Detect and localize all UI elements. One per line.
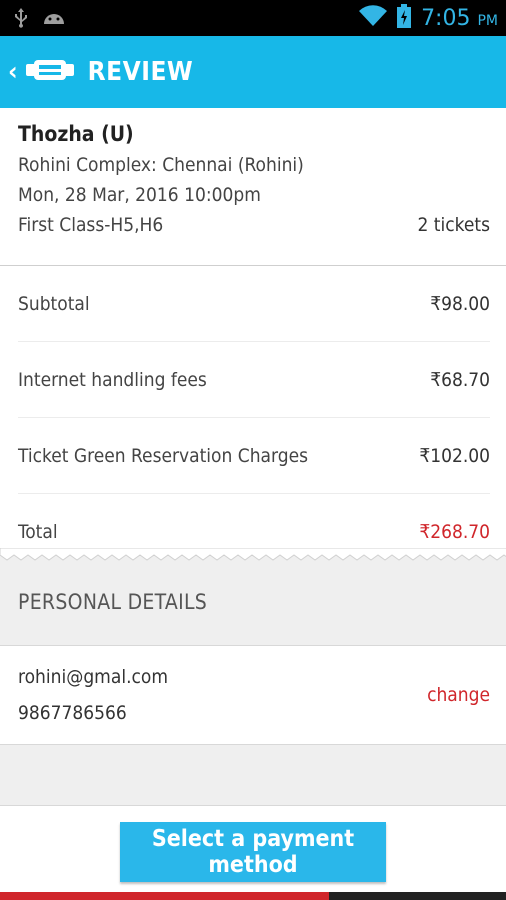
seats: First Class-H5,H6 <box>18 214 164 236</box>
movie-title: Thozha (U) <box>18 122 134 146</box>
charge-row-handling-fees: Internet handling fees ₹68.70 <box>18 342 490 418</box>
notification-icons <box>14 8 66 32</box>
status-bar: 7:05 PM <box>0 0 506 36</box>
android-icon <box>42 10 66 30</box>
charge-label: Subtotal <box>18 292 90 315</box>
booking-progress-bar <box>0 892 506 900</box>
personal-details-header: PERSONAL DETAILS <box>18 590 208 614</box>
charge-amount: ₹98.00 <box>430 292 490 315</box>
charges-list: Subtotal ₹98.00 Internet handling fees ₹… <box>18 266 490 570</box>
show-datetime: Mon, 28 Mar, 2016 10:00pm <box>18 184 261 206</box>
chevron-left-icon[interactable]: ‹ <box>8 57 18 87</box>
select-payment-button[interactable]: Select a payment method <box>120 822 386 882</box>
battery-icon <box>397 4 412 32</box>
venue: Rohini Complex: Chennai (Rohini) <box>18 154 304 176</box>
seat-row: First Class-H5,H6 2 tickets <box>18 214 490 236</box>
usb-icon <box>14 8 28 32</box>
wifi-icon <box>359 5 388 31</box>
charge-row-green-reservation: Ticket Green Reservation Charges ₹102.00 <box>18 418 490 494</box>
charge-amount: ₹68.70 <box>430 368 490 391</box>
booking-summary: Thozha (U) Rohini Complex: Chennai (Rohi… <box>18 122 490 236</box>
charge-row-subtotal: Subtotal ₹98.00 <box>18 266 490 342</box>
total-amount: ₹268.70 <box>419 521 490 543</box>
personal-details-card: rohini@gmal.com 9867786566 change <box>0 645 506 745</box>
total-label: Total <box>18 521 58 543</box>
clock: 7:05 PM <box>421 6 498 31</box>
charge-label: Internet handling fees <box>18 368 207 391</box>
footer: Select a payment method <box>0 805 506 900</box>
phone-value: 9867786566 <box>18 702 127 724</box>
change-link[interactable]: change <box>427 684 490 706</box>
app-bar: ‹ REVIEW <box>0 36 506 108</box>
charge-label: Ticket Green Reservation Charges <box>18 444 308 467</box>
booking-progress-fill <box>0 892 329 900</box>
page-title: REVIEW <box>87 57 194 87</box>
app-logo-icon[interactable] <box>25 54 74 90</box>
receipt-edge <box>0 548 506 561</box>
email-value: rohini@gmal.com <box>18 666 168 688</box>
charge-amount: ₹102.00 <box>419 444 490 467</box>
clock-ampm: PM <box>477 12 498 29</box>
ticket-count: 2 tickets <box>417 214 491 236</box>
clock-time: 7:05 <box>421 5 471 31</box>
